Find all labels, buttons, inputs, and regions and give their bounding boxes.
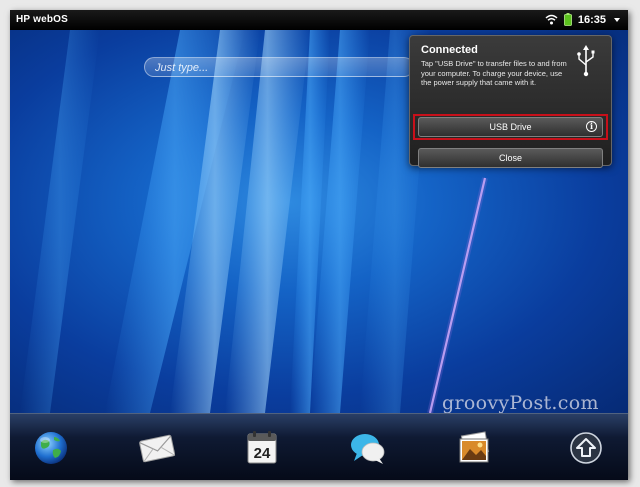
close-button[interactable]: Close: [418, 148, 603, 168]
just-type-search[interactable]: Just type...: [144, 57, 414, 77]
usb-drive-button[interactable]: USB Drive i: [418, 117, 603, 137]
device-title[interactable]: HP webOS: [16, 14, 68, 25]
webos-screen: HP webOS 16:35 Just type... groovyPost.c…: [10, 10, 628, 480]
mail-icon[interactable]: [137, 428, 177, 468]
notification-message: Tap "USB Drive" to transfer files to and…: [421, 59, 567, 87]
usb-drive-label: USB Drive: [489, 122, 532, 132]
info-icon[interactable]: i: [586, 121, 597, 132]
dock: 24: [10, 413, 628, 480]
usb-connected-notification: Connected Tap "USB Drive" to transfer fi…: [409, 35, 612, 168]
search-placeholder: Just type...: [155, 62, 209, 74]
close-label: Close: [498, 153, 522, 163]
caret-down-icon: [614, 17, 620, 22]
notification-title: Connected: [421, 44, 478, 56]
calendar-day: 24: [254, 445, 271, 462]
messaging-icon[interactable]: [348, 428, 388, 468]
battery-icon: [563, 13, 572, 26]
launcher-up-icon[interactable]: [566, 428, 606, 468]
status-indicators[interactable]: 16:35: [545, 13, 620, 26]
clock: 16:35: [577, 13, 606, 26]
globe-icon[interactable]: [31, 428, 71, 468]
calendar-icon[interactable]: 24: [242, 428, 282, 468]
usb-icon: [577, 45, 595, 77]
wifi-icon: [545, 14, 558, 25]
watermark: groovyPost.com: [442, 392, 599, 414]
status-bar: HP webOS 16:35: [10, 10, 628, 30]
photos-icon[interactable]: [454, 428, 494, 468]
